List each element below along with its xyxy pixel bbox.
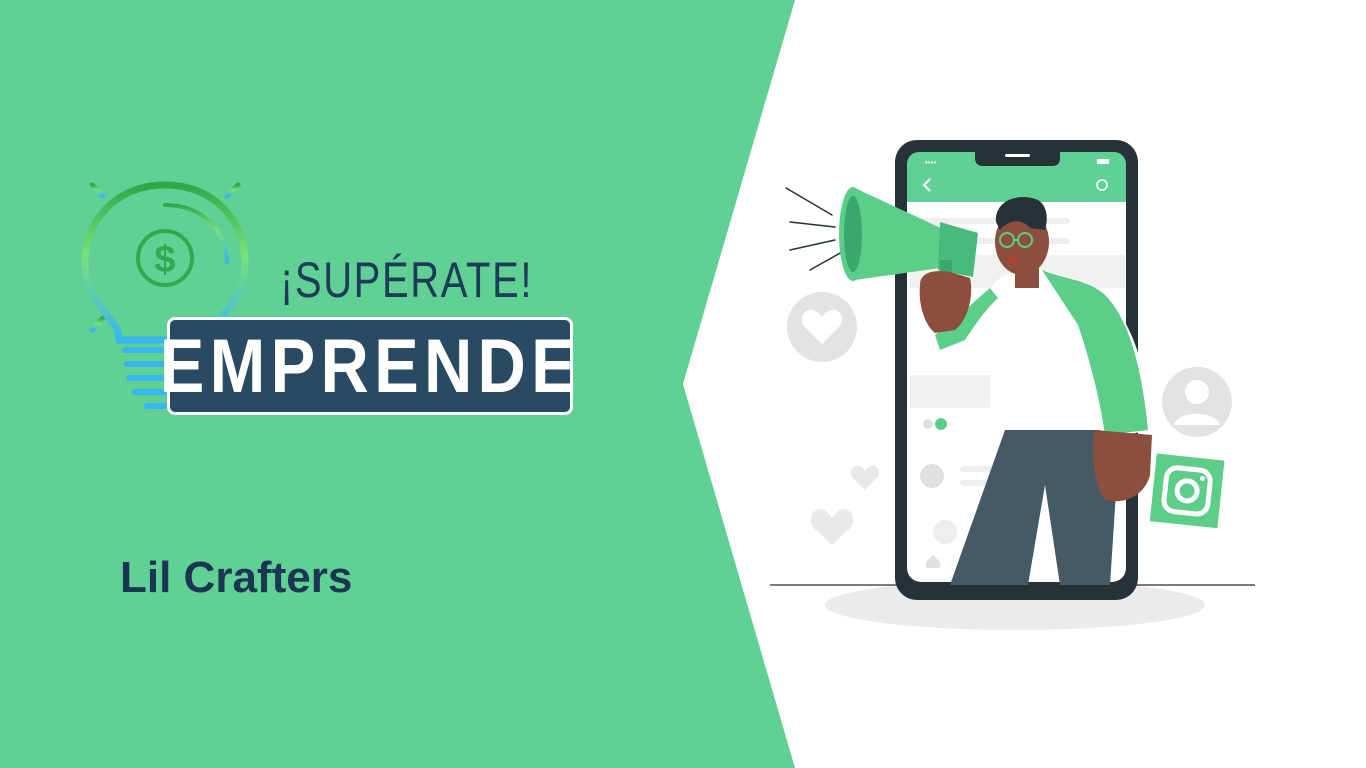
svg-text:••••: •••• xyxy=(925,158,936,167)
slide: $ ¡SUPÉRATE! EMPRENDE Lil Crafters •••• xyxy=(0,0,1366,768)
instagram-icon xyxy=(1149,453,1225,529)
heart-icon xyxy=(787,292,857,362)
tagline: ¡SUPÉRATE! xyxy=(280,252,534,308)
svg-text:$: $ xyxy=(154,239,175,281)
brand-badge: EMPRENDE xyxy=(159,317,575,415)
dollar-icon: $ xyxy=(136,229,194,287)
company-name: Lil Crafters xyxy=(120,553,353,602)
user-icon xyxy=(1162,367,1232,437)
megaphone-illustration: •••• xyxy=(770,140,1255,630)
brand-title: EMPRENDE xyxy=(159,323,581,409)
